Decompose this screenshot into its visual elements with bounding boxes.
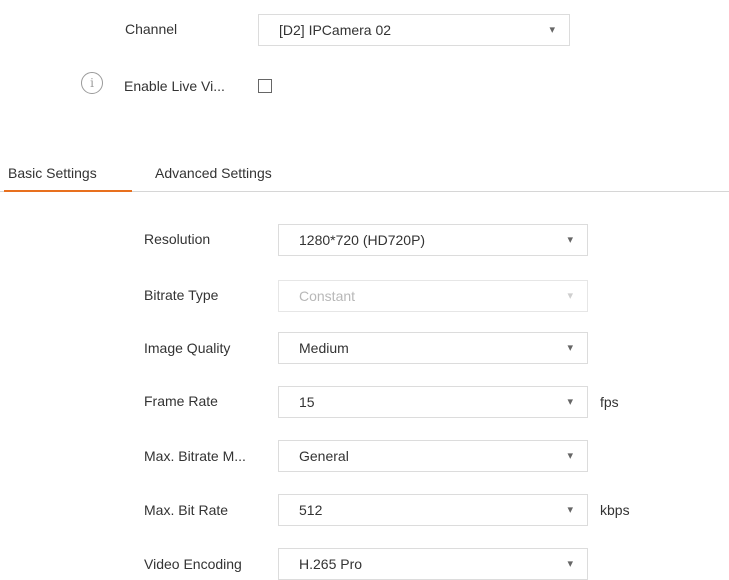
enable-live-view-checkbox[interactable] <box>258 79 272 93</box>
max-bit-rate-select[interactable]: 512 ▾ <box>278 494 588 526</box>
video-encoding-value: H.265 Pro <box>299 556 363 572</box>
frame-rate-unit: fps <box>600 394 619 410</box>
max-bitrate-mode-label: Max. Bitrate M... <box>144 448 246 464</box>
chevron-down-icon: ▾ <box>567 290 573 302</box>
max-bit-rate-value: 512 <box>299 502 323 518</box>
chevron-down-icon: ▾ <box>567 396 573 408</box>
bitrate-type-label: Bitrate Type <box>144 287 219 303</box>
tab-advanced-settings[interactable]: Advanced Settings <box>155 165 272 181</box>
chevron-down-icon: ▾ <box>567 558 573 570</box>
chevron-down-icon: ▾ <box>567 450 573 462</box>
video-encoding-select[interactable]: H.265 Pro ▾ <box>278 548 588 580</box>
video-encoding-label: Video Encoding <box>144 556 242 572</box>
channel-select[interactable]: [D2] IPCamera 02 ▾ <box>258 14 570 46</box>
info-icon[interactable]: i <box>81 72 103 94</box>
frame-rate-label: Frame Rate <box>144 393 218 409</box>
image-quality-select[interactable]: Medium ▾ <box>278 332 588 364</box>
chevron-down-icon: ▾ <box>567 504 573 516</box>
max-bit-rate-unit: kbps <box>600 502 630 518</box>
resolution-value: 1280*720 (HD720P) <box>299 232 426 248</box>
chevron-down-icon: ▾ <box>567 342 573 354</box>
frame-rate-select[interactable]: 15 ▾ <box>278 386 588 418</box>
resolution-select[interactable]: 1280*720 (HD720P) ▾ <box>278 224 588 256</box>
image-quality-value: Medium <box>299 340 349 356</box>
max-bitrate-mode-select[interactable]: General ▾ <box>278 440 588 472</box>
channel-select-value: [D2] IPCamera 02 <box>279 22 392 38</box>
chevron-down-icon: ▾ <box>567 234 573 246</box>
bitrate-type-value: Constant <box>299 288 356 304</box>
image-quality-label: Image Quality <box>144 340 231 356</box>
active-tab-indicator <box>4 190 132 192</box>
max-bit-rate-label: Max. Bit Rate <box>144 502 229 518</box>
max-bitrate-mode-value: General <box>299 448 349 464</box>
bitrate-type-select: Constant ▾ <box>278 280 588 312</box>
chevron-down-icon: ▾ <box>549 24 555 36</box>
frame-rate-value: 15 <box>299 394 315 410</box>
resolution-label: Resolution <box>144 231 211 247</box>
channel-label: Channel <box>125 21 178 37</box>
enable-live-view-label: Enable Live Vi... <box>124 78 225 94</box>
tab-basic-settings[interactable]: Basic Settings <box>8 165 97 181</box>
